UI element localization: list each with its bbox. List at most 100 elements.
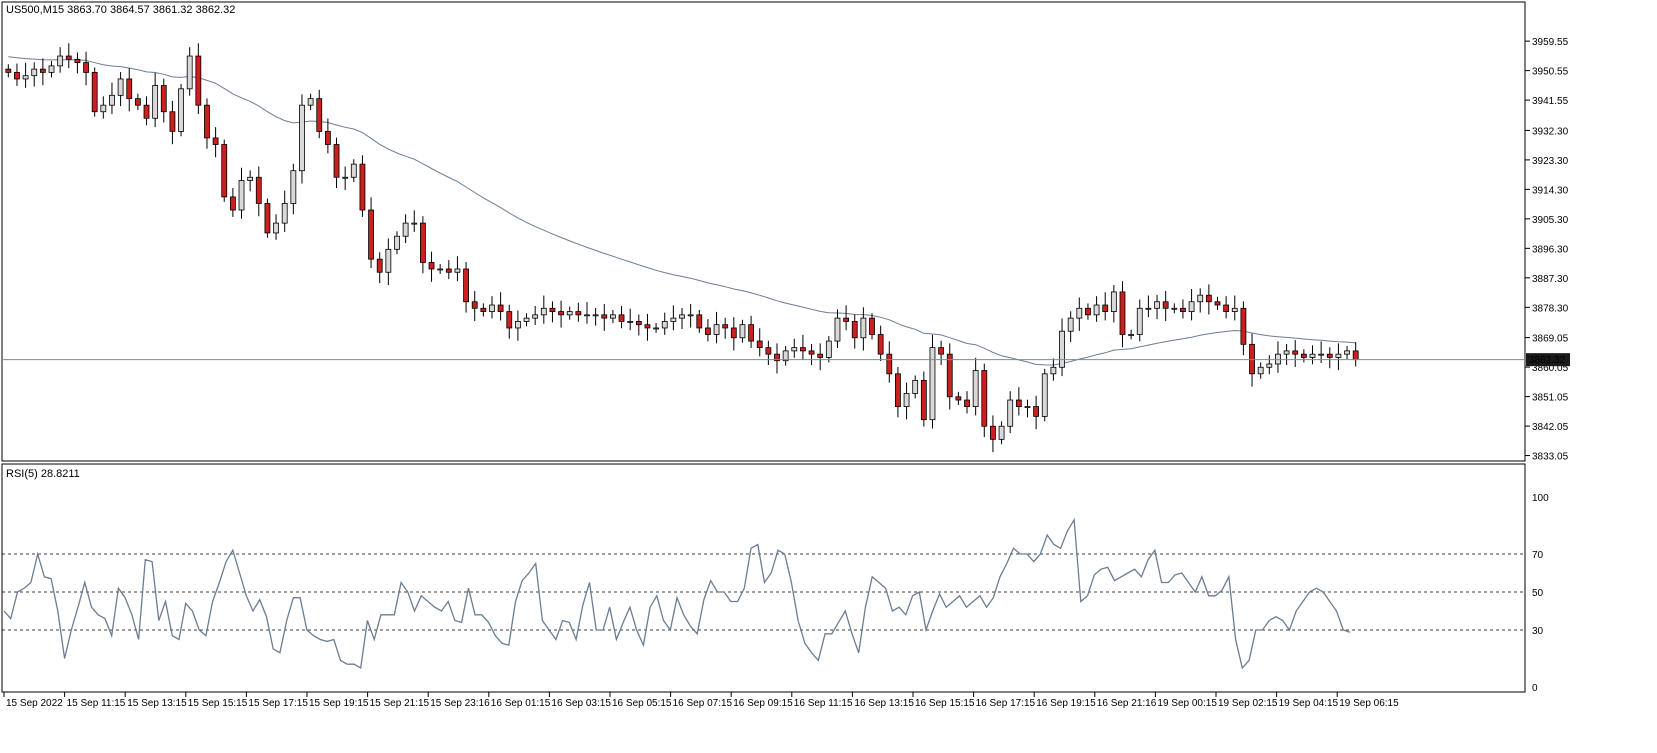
candle-bear — [91, 72, 98, 113]
candle-bull — [834, 317, 841, 342]
price-tick-label: 3923.30 — [1532, 156, 1569, 167]
time-tick-label: 16 Sep 13:15 — [854, 698, 914, 709]
candle-bear — [558, 311, 564, 316]
candle-bull — [1283, 350, 1290, 355]
rsi-tick-label: 50 — [1532, 588, 1544, 599]
candle-bull — [247, 176, 254, 181]
candle-bull — [1050, 366, 1057, 375]
candle-bear — [1162, 301, 1169, 309]
candle-bull — [281, 203, 288, 224]
candle-bull — [411, 222, 418, 225]
candle-bull — [1197, 294, 1204, 303]
candle-bull — [31, 68, 38, 77]
rsi-tick-label: 0 — [1532, 683, 1538, 694]
price-tick-label: 3878.30 — [1532, 303, 1569, 314]
candle-bull — [1188, 301, 1195, 312]
candle-bull — [972, 370, 979, 407]
price-tick-label: 3887.30 — [1532, 274, 1569, 285]
time-tick-label: 19 Sep 02:15 — [1218, 698, 1278, 709]
candle-bear — [445, 268, 452, 273]
price-tick-label: 3959.55 — [1532, 37, 1569, 48]
time-tick-label: 15 Sep 23:16 — [430, 698, 490, 709]
candle-bear — [817, 353, 824, 358]
candle-bull — [152, 85, 159, 119]
candle-bull — [454, 268, 461, 273]
candle-bear — [938, 347, 945, 355]
candle-bull — [342, 176, 349, 179]
candle-bear — [65, 55, 72, 60]
candle-bear — [549, 307, 556, 312]
symbol-header: US500,M15 3863.70 3864.57 3861.32 3862.3… — [6, 4, 235, 16]
candle-bear — [14, 72, 20, 80]
candle-bear — [601, 314, 608, 319]
candle-bear — [1205, 294, 1212, 303]
candle-bear — [506, 311, 513, 329]
price-tick-label: 3896.30 — [1532, 244, 1569, 255]
price-pane — [1, 1, 1526, 462]
time-tick-label: 16 Sep 19:15 — [1036, 698, 1096, 709]
candle-bull — [1171, 307, 1178, 310]
candle-bull — [1110, 291, 1117, 312]
candle-bull — [566, 311, 573, 316]
candle-bear — [1240, 307, 1247, 345]
candle-bull — [713, 324, 720, 335]
candle-bull — [661, 321, 668, 329]
time-tick-label: 15 Sep 19:15 — [309, 698, 369, 709]
candle-bear — [1300, 353, 1307, 358]
candle-bull — [299, 104, 305, 172]
candle-bull — [1041, 373, 1048, 417]
candle-bull — [912, 379, 919, 394]
candle-bear — [1326, 353, 1333, 358]
candle-bear — [1352, 350, 1359, 361]
candle-bull — [489, 304, 495, 312]
candle-bull — [1007, 399, 1014, 427]
candle-bull — [1344, 350, 1350, 355]
candle-bear — [160, 85, 167, 113]
candle-bull — [653, 327, 659, 330]
candle-bull — [273, 222, 279, 234]
candle-bull — [523, 317, 530, 322]
candle-bull — [307, 98, 314, 106]
time-tick-label: 16 Sep 11:15 — [794, 698, 853, 709]
candle-bear — [1015, 399, 1022, 407]
candle-bear — [635, 321, 642, 326]
candle-bear — [1180, 307, 1186, 312]
candle-bear — [964, 399, 970, 407]
time-tick-label: 19 Sep 00:15 — [1157, 698, 1217, 709]
candle-bear — [575, 311, 582, 316]
candle-bear — [333, 144, 340, 178]
price-axis: 3959.55 3950.55 3941.55 3932.30 3923.30 3914.… — [1525, 37, 1569, 463]
candle-bull — [1231, 307, 1238, 312]
candle-bull — [437, 268, 444, 271]
rsi-axis: 100 70 50 30 0 — [1532, 493, 1549, 694]
candle-bull — [1275, 353, 1281, 365]
candle-bull — [739, 324, 746, 339]
price-tick-label: 3932.30 — [1532, 126, 1569, 137]
candle-bear — [1223, 304, 1230, 312]
time-tick-label: 16 Sep 15:15 — [915, 698, 975, 709]
candle-bear — [212, 137, 219, 145]
candle-bear — [981, 370, 988, 427]
candle-bull — [290, 170, 297, 204]
candle-bull — [610, 314, 616, 319]
candle-bull — [109, 94, 115, 106]
candle-bear — [748, 324, 754, 342]
candle-bear — [1033, 406, 1040, 417]
chart-svg: 3959.55 3950.55 3941.55 3932.30 3923.30 3914.… — [1, 1, 1570, 709]
price-badge-text: 3862.32 — [1529, 355, 1566, 366]
candle-bear — [843, 317, 850, 322]
rsi-tick-label: 30 — [1532, 626, 1544, 637]
candle-bear — [765, 347, 772, 355]
candle-bull — [791, 347, 798, 352]
candle-bull — [22, 75, 29, 80]
time-tick-label: 15 Sep 17:15 — [248, 698, 308, 709]
candle-bear — [895, 373, 901, 407]
candle-bull — [514, 321, 521, 329]
time-tick-label: 16 Sep 21:16 — [1097, 698, 1157, 709]
candle-bull — [57, 55, 64, 67]
candle-bear — [1119, 291, 1126, 335]
candle-bear — [264, 203, 271, 234]
candle-bull — [592, 314, 599, 317]
time-tick-label: 15 Sep 21:15 — [370, 698, 430, 709]
candle-bear — [756, 340, 763, 349]
